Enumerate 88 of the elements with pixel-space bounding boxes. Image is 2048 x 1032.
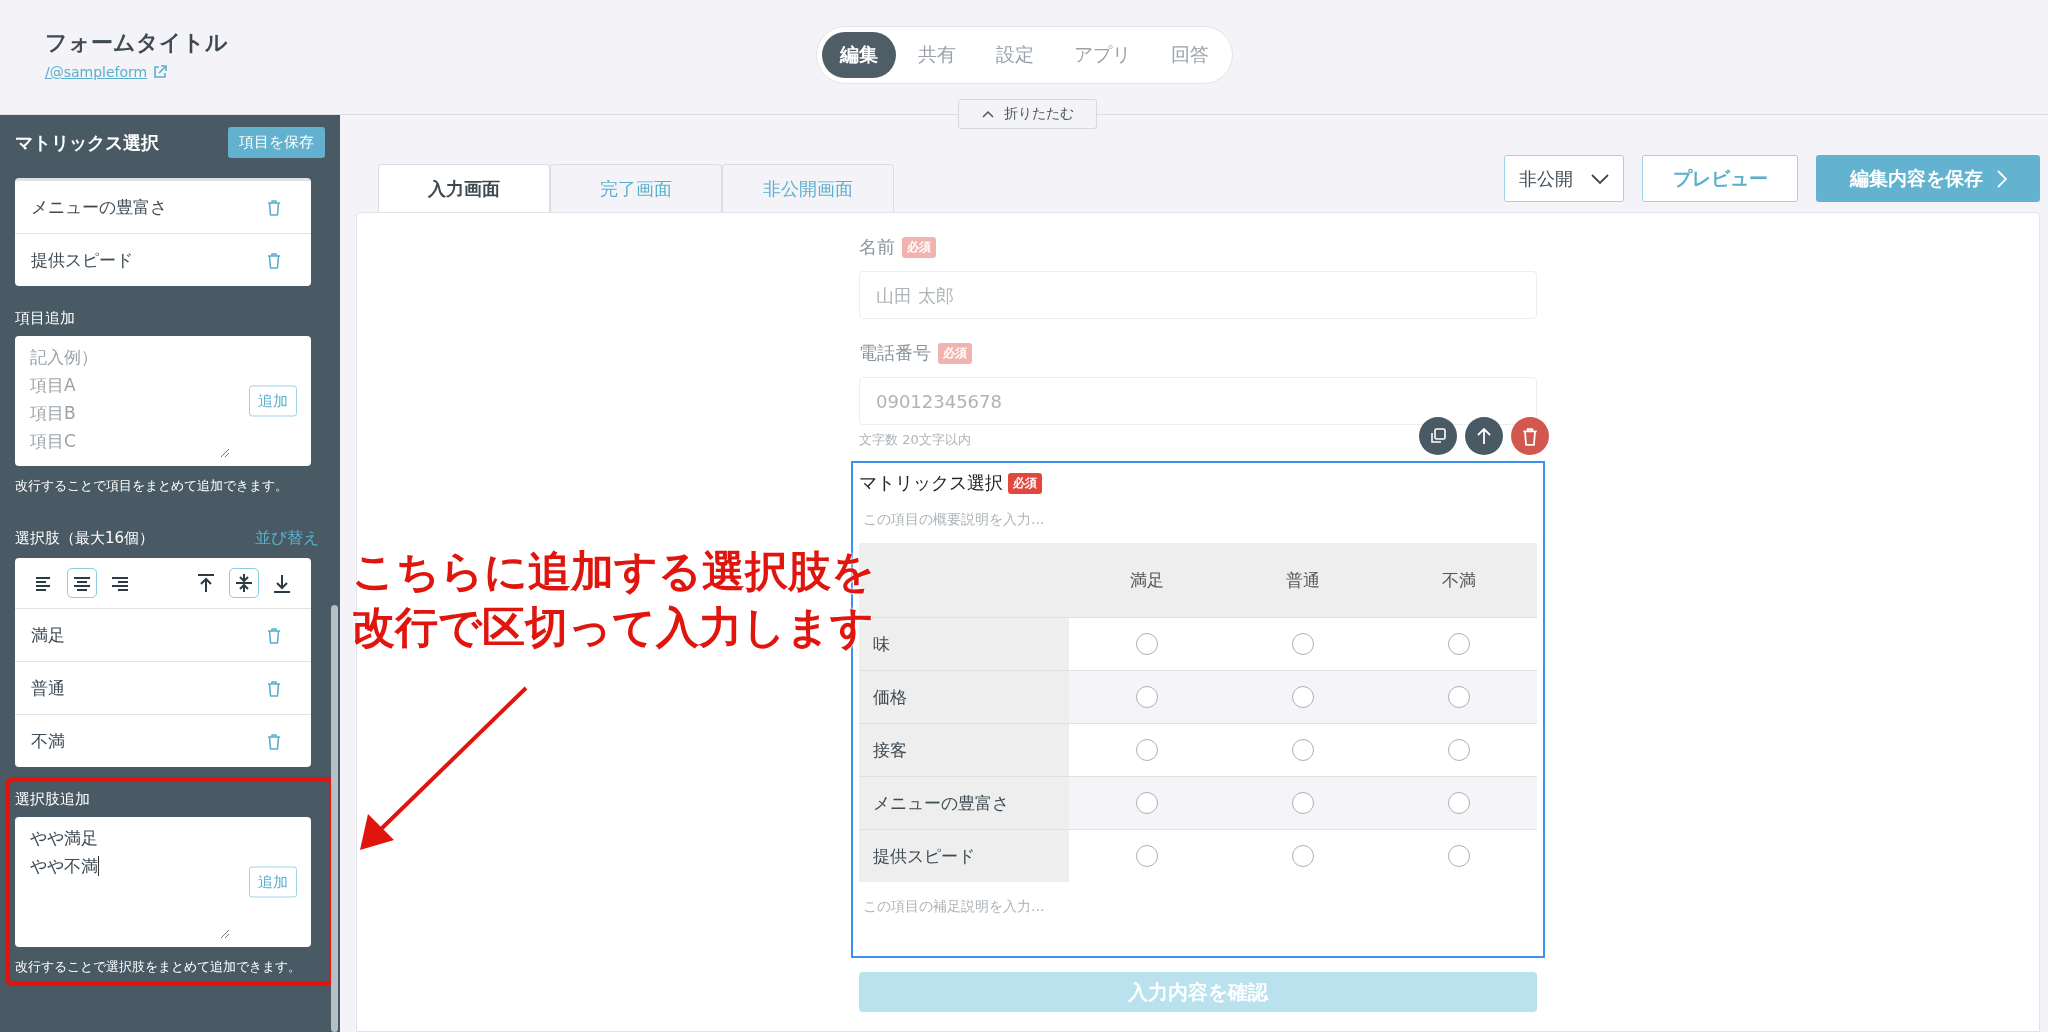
radio-button[interactable]	[1292, 633, 1314, 655]
delete-icon[interactable]	[1511, 417, 1549, 455]
scrollbar[interactable]	[331, 605, 338, 1032]
placeholder-text: 項目B	[30, 402, 76, 425]
item-label: メニューの豊富さ	[31, 195, 167, 219]
trash-icon[interactable]	[267, 679, 281, 697]
form-link[interactable]: /@sampleform	[45, 64, 228, 80]
screen-tab[interactable]: 入力画面	[378, 164, 550, 212]
collapse-button[interactable]: 折りたたむ	[958, 99, 1097, 129]
form-title: フォームタイトル	[45, 29, 228, 57]
resize-grip-icon[interactable]	[220, 448, 230, 458]
choice-label: 満足	[31, 623, 65, 647]
chevron-right-icon	[1996, 169, 2007, 188]
nav-tab[interactable]: 回答	[1152, 32, 1227, 78]
required-badge: 必須	[1008, 472, 1042, 494]
radio-button[interactable]	[1448, 845, 1470, 867]
section-label: 選択肢追加	[15, 790, 91, 809]
visibility-dropdown[interactable]: 非公開	[1504, 155, 1624, 202]
radio-button[interactable]	[1292, 792, 1314, 814]
align-center-icon[interactable]	[67, 568, 97, 598]
row-label: 価格	[859, 670, 1069, 724]
nav-tab[interactable]: 編集	[821, 32, 896, 78]
add-button[interactable]: 追加	[249, 385, 297, 417]
help-text: 改行することで選択肢をまとめて追加できます。	[15, 958, 302, 976]
radio-button[interactable]	[1448, 633, 1470, 655]
placeholder-text: 項目C	[30, 430, 76, 453]
save-button[interactable]: 編集内容を保存	[1816, 155, 2040, 202]
radio-button[interactable]	[1448, 739, 1470, 761]
field-label: 名前	[859, 235, 895, 259]
field-hint: 文字数 20文字以内	[859, 431, 972, 449]
trash-icon[interactable]	[267, 198, 281, 216]
chevron-up-icon	[981, 110, 994, 118]
description-field[interactable]: この項目の概要説明を入力...	[863, 511, 1537, 529]
placeholder-text: 記入例）	[30, 346, 98, 369]
radio-button[interactable]	[1136, 845, 1158, 867]
radio-button[interactable]	[1292, 845, 1314, 867]
column-header: 不満	[1381, 543, 1537, 618]
required-badge: 必須	[938, 342, 972, 364]
row-label: 提供スピード	[859, 829, 1069, 882]
row-label: 接客	[859, 723, 1069, 777]
input-field[interactable]: 山田 太郎	[859, 271, 1537, 319]
column-header: 満足	[1069, 543, 1225, 618]
radio-button[interactable]	[1448, 792, 1470, 814]
row-label: メニューの豊富さ	[859, 776, 1069, 830]
copy-icon[interactable]	[1419, 417, 1457, 455]
radio-button[interactable]	[1292, 739, 1314, 761]
textarea-field[interactable]: やや満足 やや不満 追加	[15, 817, 311, 947]
column-header: 普通	[1225, 543, 1381, 618]
section-label: 選択肢（最大16個）	[15, 529, 155, 548]
arrow-up-icon[interactable]	[1465, 417, 1503, 455]
field-label: 電話番号	[859, 341, 931, 365]
choice-label: 普通	[31, 676, 65, 700]
radio-button[interactable]	[1292, 686, 1314, 708]
confirm-button[interactable]: 入力内容を確認	[859, 972, 1537, 1012]
placeholder-text: 項目A	[30, 374, 76, 397]
sort-link[interactable]: 並び替え	[249, 527, 325, 550]
sidebar-title: マトリックス選択	[15, 130, 159, 155]
add-button[interactable]: 追加	[249, 866, 297, 898]
preview-button[interactable]: プレビュー	[1642, 155, 1798, 202]
chevron-down-icon	[1591, 173, 1609, 184]
radio-button[interactable]	[1136, 633, 1158, 655]
item-label: 提供スピード	[31, 248, 133, 272]
radio-button[interactable]	[1136, 792, 1158, 814]
align-middle-icon[interactable]	[229, 568, 259, 598]
trash-icon[interactable]	[267, 626, 281, 644]
question-title: マトリックス選択	[859, 471, 1003, 495]
radio-button[interactable]	[1136, 739, 1158, 761]
screen-tab[interactable]: 非公開画面	[722, 164, 894, 212]
note-field[interactable]: この項目の補足説明を入力...	[863, 898, 1533, 916]
save-item-button[interactable]: 項目を保存	[228, 127, 325, 158]
nav-tab[interactable]: アプリ	[1055, 32, 1149, 78]
choice-label: 不満	[31, 729, 65, 753]
section-label: 項目追加	[15, 309, 76, 328]
textarea-field[interactable]: 記入例） 項目A 項目B 項目C 追加	[15, 336, 311, 466]
resize-grip-icon[interactable]	[220, 929, 230, 939]
required-badge: 必須	[902, 236, 936, 258]
radio-button[interactable]	[1448, 686, 1470, 708]
nav-tab[interactable]: 設定	[977, 32, 1052, 78]
input-text: やや不満	[30, 855, 99, 878]
input-field[interactable]: 09012345678	[859, 377, 1537, 425]
radio-button[interactable]	[1136, 686, 1158, 708]
trash-icon[interactable]	[267, 251, 281, 269]
input-text: やや満足	[30, 827, 98, 850]
screen-tab[interactable]: 完了画面	[550, 164, 722, 212]
external-link-icon[interactable]	[153, 65, 168, 79]
help-text: 改行することで項目をまとめて追加できます。	[15, 477, 289, 495]
trash-icon[interactable]	[267, 732, 281, 750]
nav-tab[interactable]: 共有	[899, 32, 974, 78]
